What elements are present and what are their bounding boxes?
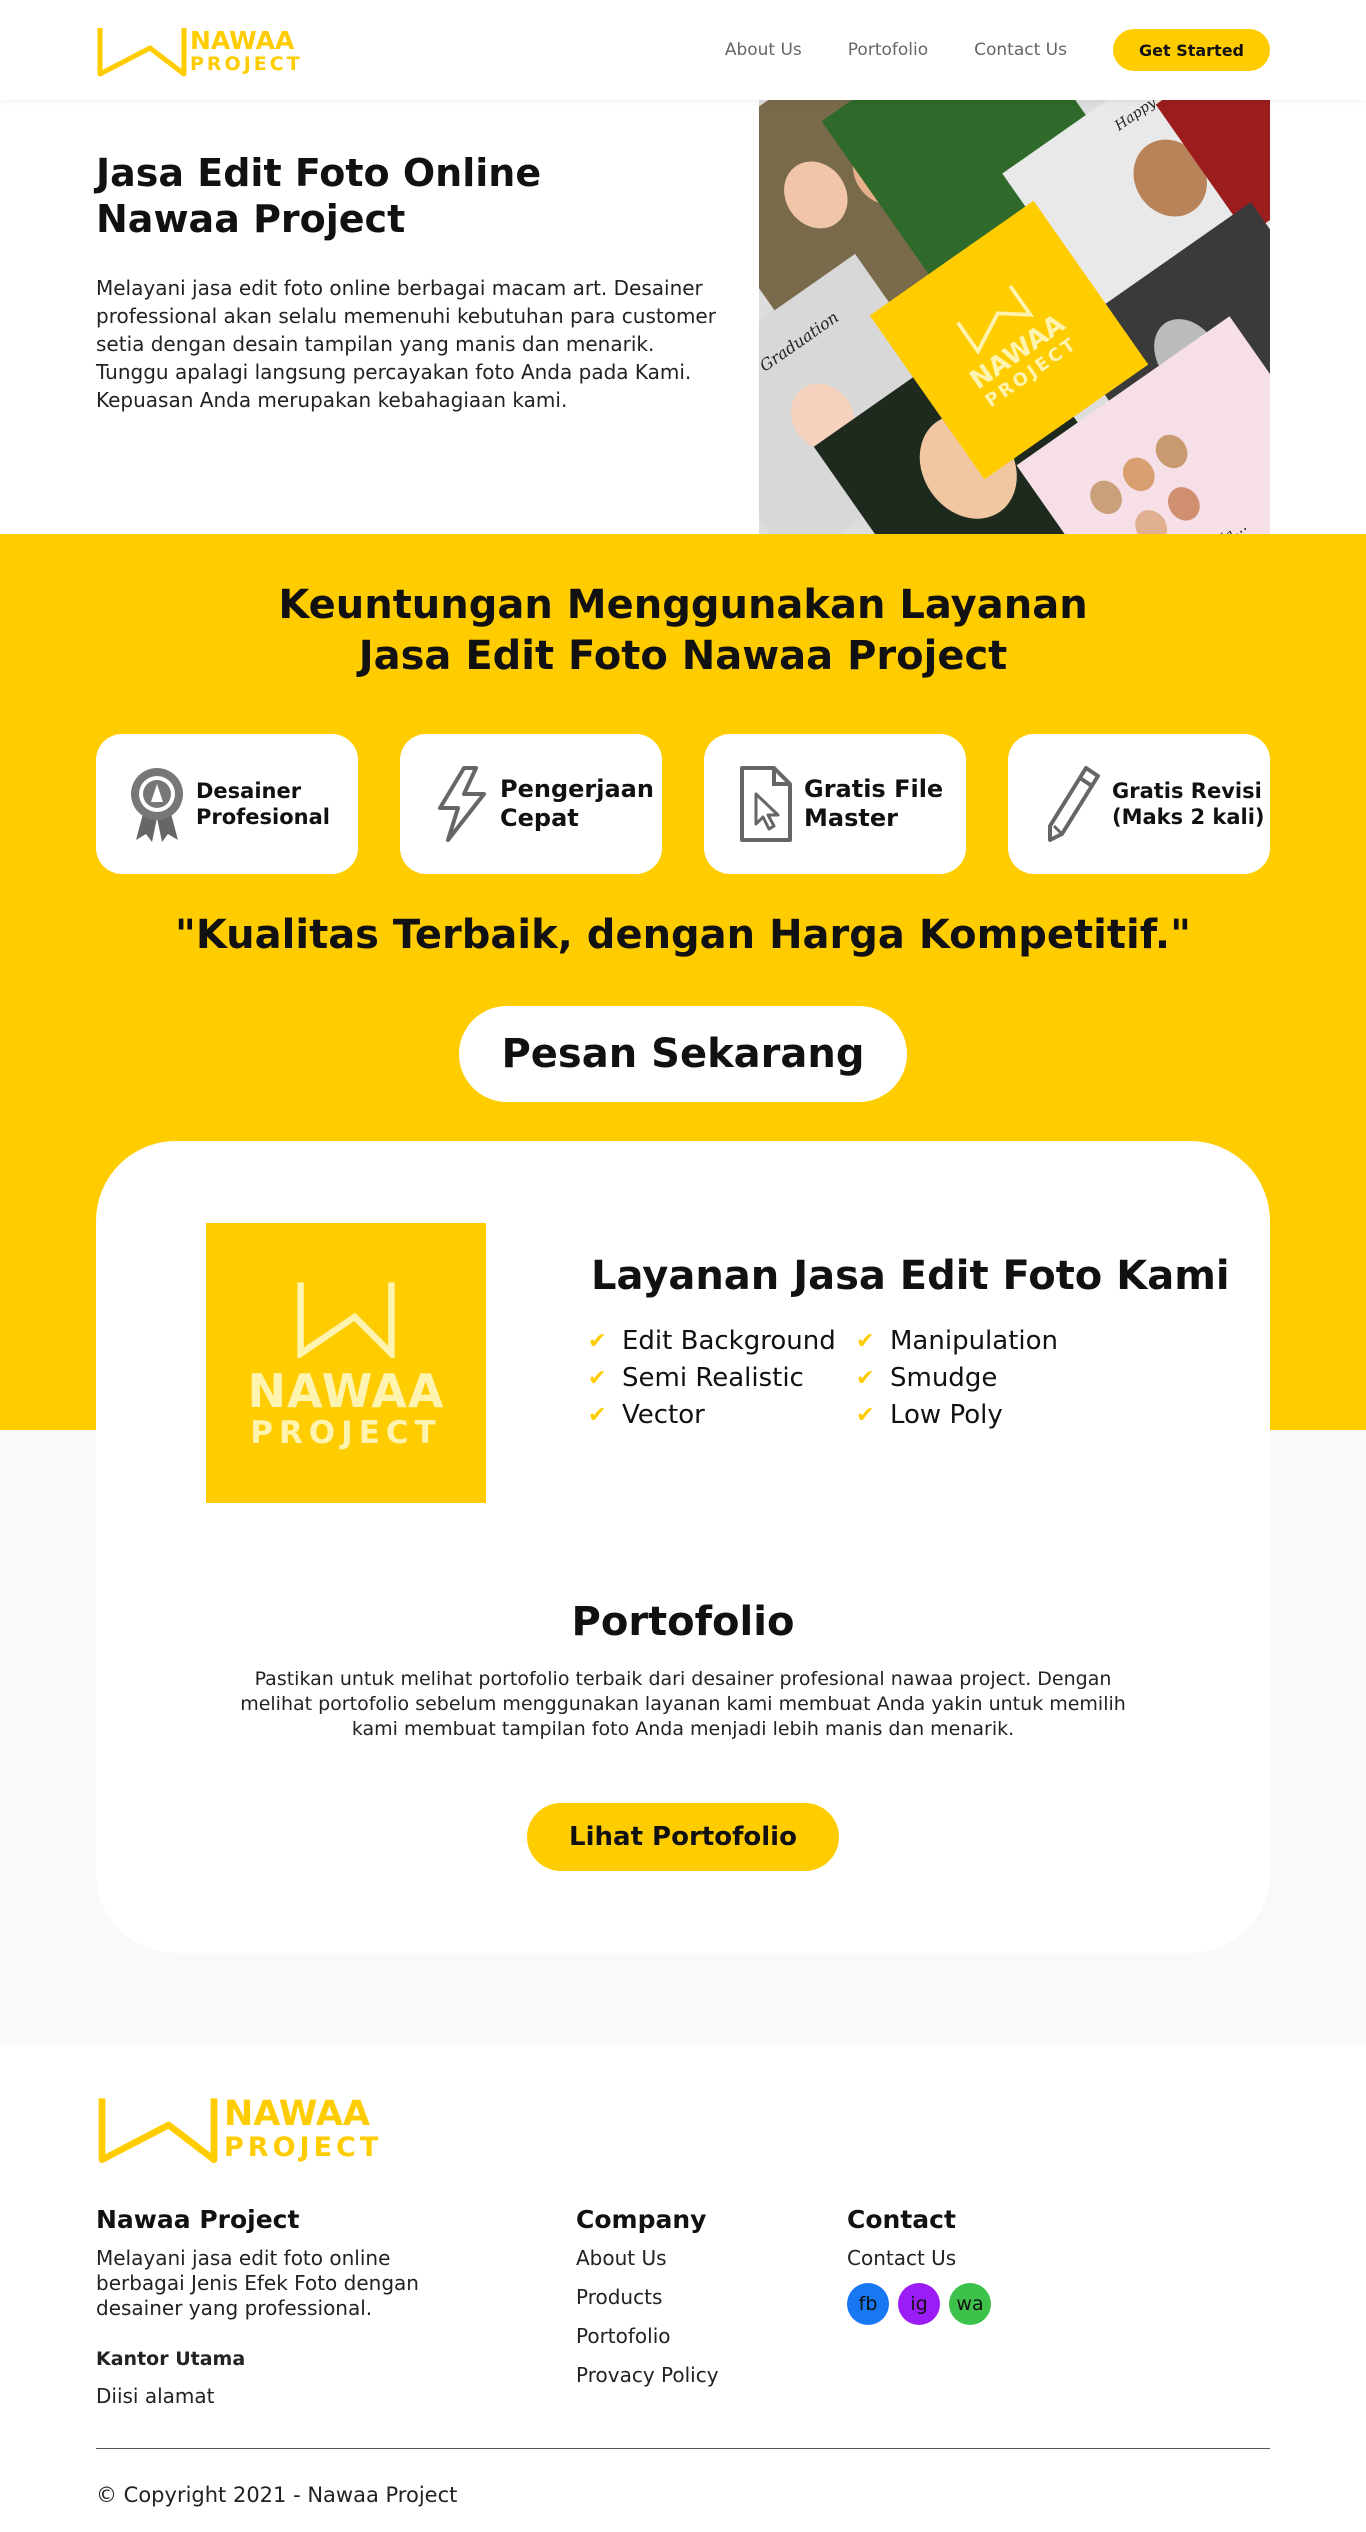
service-item: ✔ Low Poly [856, 1397, 1058, 1434]
footer-contact-title: Contact [847, 2205, 956, 2234]
footer-about: Nawaa Project Melayani jasa edit foto on… [96, 2205, 476, 2409]
footer-link-products[interactable]: Products [576, 2285, 719, 2310]
footer-link-contact-us[interactable]: Contact Us [847, 2246, 1000, 2271]
check-icon: ✔ [856, 1403, 875, 1428]
service-item: ✔ Edit Background [588, 1323, 836, 1360]
hero-collage-image: Happy Graduation Happy Graduation Happy … [759, 100, 1270, 534]
footer-logo-mark-icon [98, 2098, 218, 2163]
collage-caption: Happy Ma... [1163, 517, 1250, 534]
services-logo-word-2: PROJECT [250, 1414, 442, 1451]
services-title: Layanan Jasa Edit Foto Kami [591, 1253, 1230, 1299]
service-item: ✔ Smudge [856, 1360, 1058, 1397]
feature-card-fast: Pengerjaan Cepat [400, 734, 662, 874]
copyright-text: © Copyright 2021 - Nawaa Project [96, 2483, 458, 2507]
site-footer: NAWAA PROJECT Nawaa Project Melayani jas… [0, 2045, 1366, 2532]
feature-label-fast: Pengerjaan Cepat [500, 775, 654, 832]
feature-label-designer: Desainer Profesional [196, 779, 330, 829]
benefits-title-line-2: Jasa Edit Foto Nawaa Project [358, 633, 1008, 679]
services-list-col-1: ✔ Edit Background ✔ Semi Realistic ✔ Vector [588, 1323, 836, 1434]
check-icon: ✔ [588, 1329, 607, 1354]
footer-logo-word-2: PROJECT [224, 2132, 383, 2163]
services-logo-image: NAWAA PROJECT [206, 1223, 486, 1503]
service-item: ✔ Semi Realistic [588, 1360, 836, 1397]
services-list-col-2: ✔ Manipulation ✔ Smudge ✔ Low Poly [856, 1323, 1058, 1434]
services-logo-mark-icon [297, 1281, 395, 1358]
footer-logo[interactable]: NAWAA PROJECT [96, 2093, 382, 2165]
nav-contact-us[interactable]: Contact Us [974, 40, 1067, 60]
feature-label-revision: Gratis Revisi (Maks 2 kali) [1112, 779, 1265, 829]
check-icon: ✔ [588, 1366, 607, 1391]
services-logo-word-1: NAWAA [247, 1363, 445, 1418]
order-now-button[interactable]: Pesan Sekarang [459, 1006, 907, 1102]
hero-description: Melayani jasa edit foto online berbagai … [96, 276, 716, 412]
footer-contact: Contact Contact Us fb ig wa [847, 2205, 1000, 2325]
award-icon [122, 764, 192, 844]
logo-wordmark: NAWAA PROJECT [190, 28, 303, 74]
portfolio-description: Pastikan untuk melihat portofolio terbai… [240, 1668, 1126, 1740]
lightning-icon [426, 764, 496, 844]
feature-label-master-file: Gratis File Master [804, 775, 944, 832]
logo-mark-icon [97, 28, 187, 77]
view-portfolio-button[interactable]: Lihat Portofolio [527, 1803, 839, 1871]
facebook-icon[interactable]: fb [847, 2283, 889, 2325]
feature-card-designer: Desainer Profesional [96, 734, 358, 874]
main-nav: About Us Portofolio Contact Us Get Start… [679, 29, 1270, 71]
feature-card-revision: Gratis Revisi (Maks 2 kali) [1008, 734, 1270, 874]
instagram-icon[interactable]: ig [898, 2283, 940, 2325]
brand-logo[interactable]: NAWAA PROJECT [96, 24, 303, 78]
check-icon: ✔ [856, 1366, 875, 1391]
check-icon: ✔ [856, 1329, 875, 1354]
check-icon: ✔ [588, 1403, 607, 1428]
get-started-button[interactable]: Get Started [1112, 29, 1270, 71]
pencil-icon [1038, 764, 1108, 844]
logo-word-2: PROJECT [190, 53, 303, 75]
benefits-title-line-1: Keuntungan Menggunakan Layanan [278, 582, 1088, 628]
feature-card-master-file: Gratis File Master [704, 734, 966, 874]
footer-link-about-us[interactable]: About Us [576, 2246, 719, 2271]
portfolio-title: Portofolio [571, 1599, 795, 1645]
tagline-quote: "Kualitas Terbaik, dengan Harga Kompetit… [175, 912, 1191, 958]
service-item: ✔ Manipulation [856, 1323, 1058, 1360]
whatsapp-icon[interactable]: wa [949, 2283, 991, 2325]
footer-link-privacy-policy[interactable]: Provacy Policy [576, 2363, 719, 2388]
footer-company-title: Company [576, 2205, 707, 2234]
footer-link-portofolio[interactable]: Portofolio [576, 2324, 719, 2349]
hero-title: Jasa Edit Foto Online Nawaa Project [96, 151, 542, 241]
hero-section: Jasa Edit Foto Online Nawaa Project Mela… [0, 100, 1366, 534]
footer-logo-wordmark: NAWAA PROJECT [224, 2094, 383, 2163]
benefits-title: Keuntungan Menggunakan Layanan Jasa Edit… [0, 580, 1366, 682]
site-header: NAWAA PROJECT About Us Portofolio Contac… [0, 0, 1366, 100]
logo-word-1: NAWAA [190, 26, 295, 55]
footer-about-text: Melayani jasa edit foto online berbagai … [96, 2246, 419, 2320]
nav-portofolio[interactable]: Portofolio [848, 40, 928, 60]
footer-about-title: Nawaa Project [96, 2205, 300, 2234]
footer-office-title: Kantor Utama [96, 2348, 246, 2370]
file-cursor-icon [730, 764, 800, 844]
social-links: fb ig wa [847, 2283, 1000, 2325]
footer-company: Company About Us Products Portofolio Pro… [576, 2205, 719, 2402]
services-portfolio-card: NAWAA PROJECT Layanan Jasa Edit Foto Kam… [96, 1141, 1270, 1953]
footer-logo-word-1: NAWAA [224, 2094, 371, 2134]
footer-office-address: Diisi alamat [96, 2384, 215, 2408]
nav-about-us[interactable]: About Us [725, 40, 802, 60]
service-item: ✔ Vector [588, 1397, 836, 1434]
footer-divider [96, 2448, 1270, 2449]
